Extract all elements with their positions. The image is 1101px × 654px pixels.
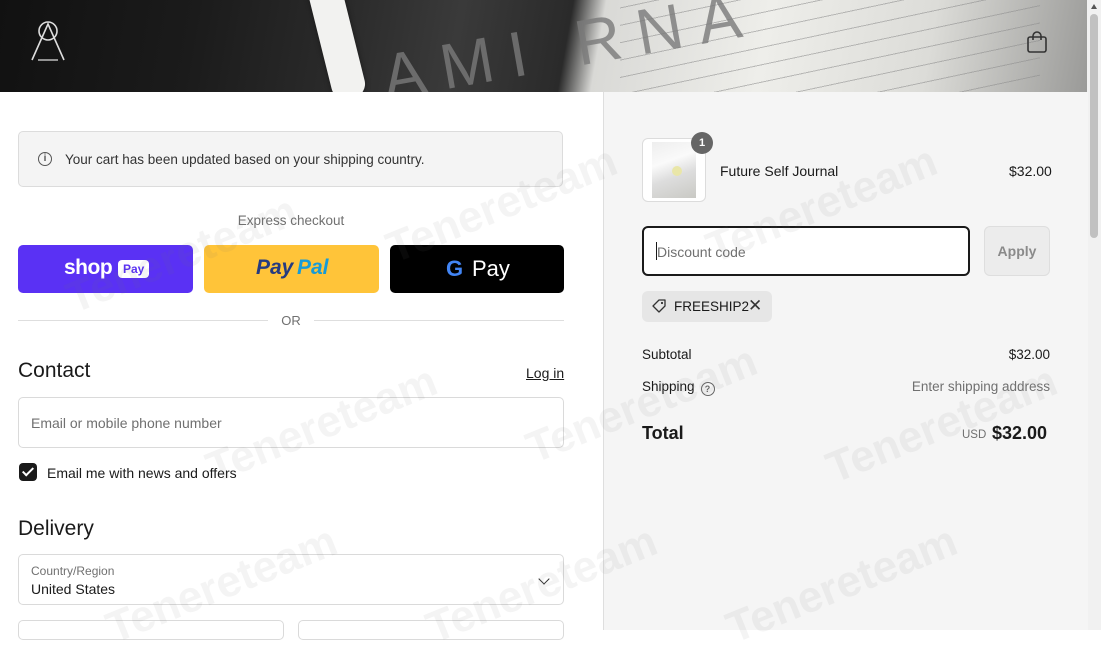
paypal-brand-part1: Pay [256, 256, 294, 279]
info-icon: i [38, 152, 52, 166]
cart-update-notice: i Your cart has been updated based on yo… [18, 131, 563, 187]
or-divider-right [314, 320, 564, 321]
applied-discount-code: FREESHIP2 [674, 299, 750, 314]
email-placeholder: Email or mobile phone number [31, 415, 222, 431]
newsletter-checkbox[interactable] [19, 463, 37, 481]
newsletter-label: Email me with news and offers [47, 465, 237, 481]
chevron-down-icon [538, 573, 550, 585]
tag-icon [652, 299, 666, 313]
checkout-main: i Your cart has been updated based on yo… [0, 92, 603, 640]
page-scrollbar[interactable] [1087, 0, 1101, 630]
shopping-bag-icon[interactable] [1026, 30, 1048, 54]
notice-text: Your cart has been updated based on your… [65, 152, 425, 167]
google-pay-button[interactable]: G Pay [390, 245, 564, 293]
google-pay-label: Pay [472, 256, 510, 281]
express-checkout-label: Express checkout [237, 213, 345, 228]
country-select[interactable]: Country/Region United States [18, 554, 564, 605]
shipping-row-label: Shipping? [642, 379, 715, 396]
country-value: United States [31, 581, 116, 597]
paypal-button[interactable]: Pay Pal [204, 245, 379, 293]
delivery-heading: Delivery [18, 517, 94, 540]
product-name: Future Self Journal [720, 163, 839, 179]
scrollbar-thumb[interactable] [1090, 14, 1098, 238]
shipping-value: Enter shipping address [911, 379, 1050, 394]
total-currency: USD [962, 429, 987, 441]
product-price: $32.00 [1009, 163, 1052, 179]
shop-pay-brand: shop [64, 256, 113, 279]
or-divider-label: OR [281, 313, 301, 328]
apply-discount-button[interactable]: Apply [984, 226, 1050, 276]
scroll-up-arrow-icon[interactable] [1091, 4, 1097, 9]
header-banner: AMI RNA [0, 0, 1087, 92]
login-link[interactable]: Log in [526, 365, 564, 381]
quantity-badge: 1 [691, 132, 713, 154]
banner-pen-image [305, 0, 369, 92]
triangle-logo-icon[interactable] [28, 18, 68, 62]
first-name-field[interactable] [18, 620, 284, 640]
total-label: Total [642, 423, 684, 443]
subtotal-label: Subtotal [642, 347, 692, 362]
or-divider-left [18, 320, 268, 321]
paypal-brand-part2: Pal [297, 256, 329, 279]
discount-placeholder: Discount code [657, 244, 746, 260]
contact-heading: Contact [18, 359, 91, 382]
applied-discount-tag: FREESHIP2 ✕ [642, 291, 772, 322]
remove-discount-close-icon[interactable]: ✕ [748, 296, 762, 316]
help-icon[interactable]: ? [700, 382, 715, 396]
google-g-icon: G [446, 256, 464, 281]
total-value: $32.00 [992, 423, 1048, 443]
country-label: Country/Region [31, 564, 115, 578]
last-name-field[interactable] [298, 620, 564, 640]
product-image [652, 142, 696, 198]
order-summary: 1 Future Self Journal $32.00 Discount co… [603, 92, 1088, 630]
email-field[interactable]: Email or mobile phone number [18, 397, 564, 448]
discount-code-input[interactable]: Discount code [642, 226, 970, 276]
shop-pay-button[interactable]: shop Pay [18, 245, 193, 293]
shop-pay-pill: Pay [118, 260, 150, 278]
shipping-label: Shipping [642, 379, 695, 394]
subtotal-value: $32.00 [1008, 347, 1050, 362]
